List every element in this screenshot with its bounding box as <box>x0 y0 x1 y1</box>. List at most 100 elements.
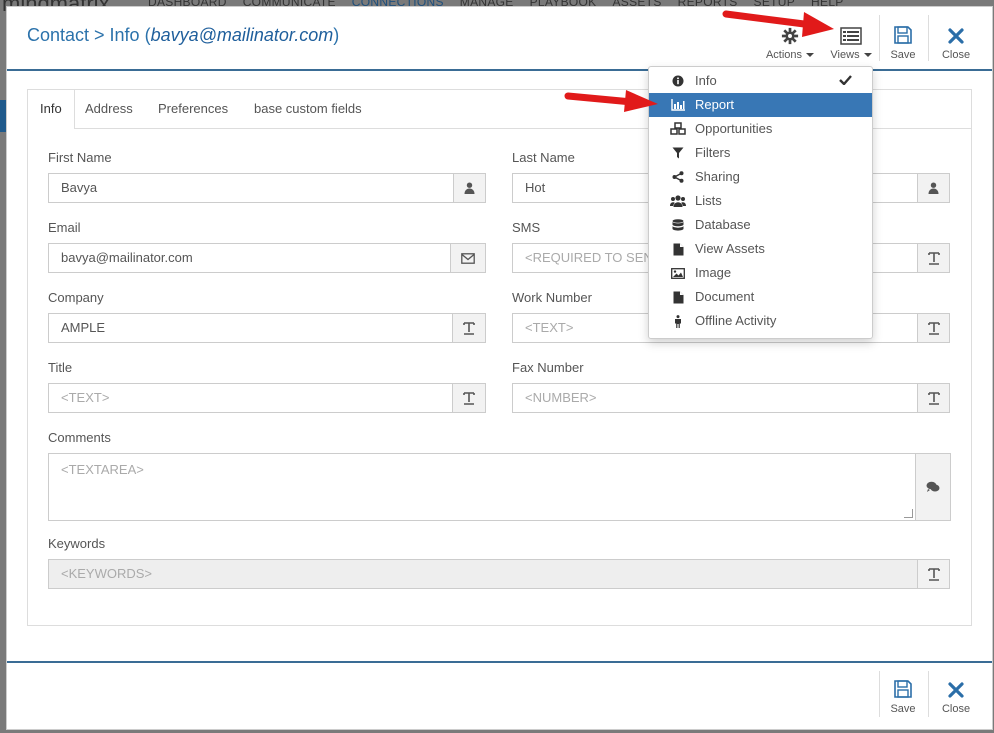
divider <box>928 671 929 717</box>
menu-item-label: Report <box>695 97 735 112</box>
chevron-down-icon <box>863 53 872 58</box>
menu-item-label: Offline Activity <box>695 313 777 328</box>
footer-divider <box>7 661 992 663</box>
menu-item-label: Opportunities <box>695 121 773 136</box>
views-list-icon <box>840 27 862 45</box>
text-addon <box>917 559 950 589</box>
footer-save-button[interactable]: Save <box>883 665 923 715</box>
email-addon <box>450 243 486 273</box>
text-icon <box>927 392 940 405</box>
tab-base-custom-fields[interactable]: base custom fields <box>242 90 374 128</box>
annotation-arrow-icon <box>722 10 834 37</box>
title-suffix: ) <box>333 25 340 45</box>
last-name-label: Last Name <box>512 150 575 165</box>
page-title: Contact > Info (bavya@mailinator.com) <box>27 25 339 46</box>
menu-item-lists[interactable]: Lists <box>649 189 872 213</box>
email-field[interactable]: bavya@mailinator.com <box>48 243 452 273</box>
text-icon <box>463 392 475 405</box>
chevron-down-icon <box>806 53 815 58</box>
tab-address[interactable]: Address <box>73 90 145 128</box>
text-addon <box>917 243 950 273</box>
fax-number-label: Fax Number <box>512 360 584 375</box>
menu-item-label: Document <box>695 289 755 304</box>
person-icon <box>670 309 686 333</box>
menu-item-label: View Assets <box>695 241 765 256</box>
text-addon <box>452 383 486 413</box>
menu-item-report[interactable]: Report <box>649 93 872 117</box>
divider <box>879 15 880 61</box>
info-circle-icon <box>670 69 686 93</box>
cubes-icon <box>670 117 686 141</box>
text-addon <box>917 313 950 343</box>
text-addon <box>452 313 486 343</box>
user-icon <box>464 182 475 194</box>
divider <box>879 671 880 717</box>
close-button[interactable]: Close <box>935 11 977 61</box>
footer-save-label: Save <box>890 703 916 715</box>
comment-addon <box>915 453 951 521</box>
envelope-icon <box>461 252 475 264</box>
file-icon <box>670 237 686 261</box>
text-icon <box>927 322 940 335</box>
save-label: Save <box>890 49 916 61</box>
person-addon <box>917 173 950 203</box>
menu-item-sharing[interactable]: Sharing <box>649 165 872 189</box>
database-icon <box>670 213 686 237</box>
user-icon <box>928 182 939 194</box>
first-name-field[interactable]: Bavya <box>48 173 456 203</box>
comments-label: Comments <box>48 430 111 445</box>
keywords-label: Keywords <box>48 536 106 551</box>
comments-placeholder: <TEXTAREA> <box>61 462 144 477</box>
annotation-arrow-icon <box>564 90 658 112</box>
comments-icon <box>926 481 940 492</box>
footer-close-button[interactable]: Close <box>935 665 977 715</box>
menu-item-view-assets[interactable]: View Assets <box>649 237 872 261</box>
title-email: bavya@mailinator.com <box>150 25 334 45</box>
company-field[interactable]: AMPLE <box>48 313 454 343</box>
sms-label: SMS <box>512 220 541 235</box>
person-addon <box>453 173 486 203</box>
tab-info[interactable]: Info <box>28 90 75 129</box>
company-label: Company <box>48 290 104 305</box>
text-icon <box>927 252 940 265</box>
save-icon <box>894 26 912 44</box>
menu-item-label: Database <box>695 217 751 232</box>
users-icon <box>670 189 686 213</box>
filter-icon <box>670 141 686 165</box>
resize-handle[interactable] <box>904 509 913 518</box>
menu-item-offline-activity[interactable]: Offline Activity <box>649 309 872 333</box>
menu-item-label: Info <box>695 73 717 88</box>
tab-preferences[interactable]: Preferences <box>146 90 240 128</box>
file-icon <box>670 285 686 309</box>
menu-item-image[interactable]: Image <box>649 261 872 285</box>
modal-header: Contact > Info (bavya@mailinator.com) Ac… <box>7 7 992 71</box>
title-prefix: Contact > Info ( <box>27 25 151 45</box>
share-icon <box>670 165 686 189</box>
menu-item-label: Lists <box>695 193 722 208</box>
title-field[interactable]: <TEXT> <box>48 383 454 413</box>
text-icon <box>927 568 940 581</box>
title-label: Title <box>48 360 73 375</box>
menu-item-database[interactable]: Database <box>649 213 872 237</box>
email-label: Email <box>48 220 81 235</box>
menu-item-filters[interactable]: Filters <box>649 141 872 165</box>
views-label: Views <box>830 49 860 61</box>
comments-textarea[interactable]: <TEXTAREA> <box>48 453 916 521</box>
close-icon <box>948 682 964 698</box>
footer-close-label: Close <box>941 703 971 715</box>
close-icon <box>948 28 964 44</box>
text-addon <box>917 383 950 413</box>
menu-item-opportunities[interactable]: Opportunities <box>649 117 872 141</box>
image-icon <box>670 261 686 285</box>
bar-chart-icon <box>670 93 686 117</box>
save-button[interactable]: Save <box>883 11 923 61</box>
divider <box>928 15 929 61</box>
fax-number-field[interactable]: <NUMBER> <box>512 383 922 413</box>
menu-item-label: Filters <box>695 145 731 160</box>
menu-item-document[interactable]: Document <box>649 285 872 309</box>
menu-item-label: Sharing <box>695 169 740 184</box>
menu-item-info[interactable]: Info <box>649 69 872 93</box>
save-icon <box>894 680 912 698</box>
keywords-field[interactable]: <KEYWORDS> <box>48 559 920 589</box>
menu-item-label: Image <box>695 265 732 280</box>
